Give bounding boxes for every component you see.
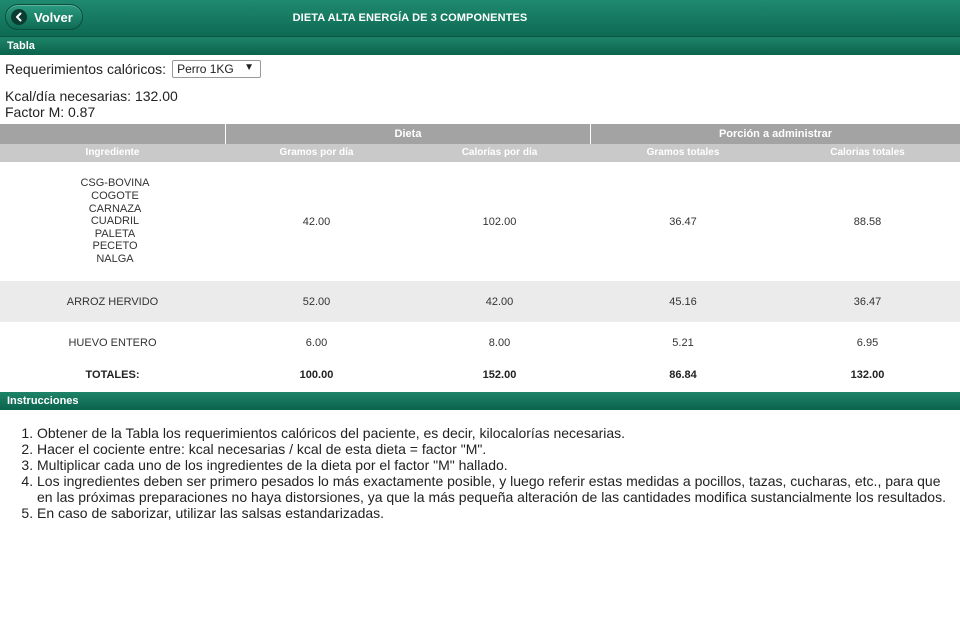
cell-gramos-totales: 36.47 (669, 215, 697, 228)
cell-ingredient: HUEVO ENTERO (68, 337, 157, 349)
ingredient-line: CUADRIL (90, 215, 140, 228)
group-header-empty (0, 124, 225, 144)
cell-calorias-dia: 8.00 (488, 337, 511, 349)
total-gramos-totales: 86.84 (669, 369, 697, 381)
list-item: En caso de saborizar, utilizar las salsa… (37, 505, 957, 521)
group-header-dieta: Dieta (226, 124, 590, 144)
cell-gramos-dia: 52.00 (302, 295, 331, 308)
instructions-list: Obtener de la Tabla los requerimientos c… (16, 425, 957, 521)
ingredient-line: PALETA (94, 227, 136, 240)
ingredient-line: PECETO (92, 240, 138, 253)
totals-label: TOTALES: (85, 369, 140, 381)
cell-gramos-dia: 6.00 (305, 337, 328, 349)
section-header-tabla: Tabla (0, 37, 960, 55)
cell-gramos-totales: 5.21 (672, 337, 694, 349)
dropdown-arrow-icon: ▼ (244, 62, 255, 73)
page-title: DIETA ALTA ENERGÍA DE 3 COMPONENTES (292, 12, 528, 24)
column-header-calorias-totales: Calorias totales (775, 144, 960, 162)
column-header-ingrediente: Ingrediente (0, 144, 225, 162)
top-bar: Volver DIETA ALTA ENERGÍA DE 3 COMPONENT… (0, 0, 960, 37)
total-gramos-dia: 100.00 (299, 369, 334, 381)
total-calorias-totales: 132.00 (850, 369, 885, 381)
column-header-gramos-dia: Gramos por día (225, 144, 408, 162)
cell-calorias-totales: 88.58 (853, 215, 882, 228)
cell-calorias-totales: 6.95 (856, 337, 879, 349)
ingredient-line: NALGA (96, 252, 134, 265)
cell-ingredient: ARROZ HERVIDO (66, 295, 159, 308)
cell-ingredient: CSG-BOVINA COGOTE CARNAZA CUADRIL PALETA… (0, 162, 230, 281)
list-item: Multiplicar cada uno de los ingredientes… (37, 457, 957, 473)
list-item: Los ingredientes deben ser primero pesad… (37, 473, 957, 505)
group-header-porcion: Porción a administrar (591, 124, 960, 144)
cell-gramos-totales: 45.16 (669, 295, 697, 308)
cell-calorias-dia: 42.00 (485, 295, 514, 308)
list-item: Hacer el cociente entre: kcal necesarias… (37, 441, 957, 457)
ingredient-line: CARNAZA (88, 202, 142, 215)
ingredient-line: CSG-BOVINA (80, 177, 150, 190)
cell-calorias-totales: 36.47 (853, 295, 882, 308)
column-header-calorias-dia: Calorías por día (408, 144, 591, 162)
requirements-label: Requerimientos calóricos: (5, 61, 167, 77)
cell-gramos-dia: 42.00 (302, 215, 331, 228)
column-header-gramos-totales: Gramos totales (591, 144, 775, 162)
section-header-instrucciones: Instrucciones (0, 392, 960, 410)
cell-calorias-dia: 102.00 (482, 215, 517, 228)
list-item: Obtener de la Tabla los requerimientos c… (37, 425, 957, 441)
total-calorias-dia: 152.00 (482, 369, 517, 381)
ingredient-line: COGOTE (91, 190, 139, 203)
kcal-needed: Kcal/día necesarias: 132.00 (5, 88, 178, 104)
factor-m: Factor M: 0.87 (5, 104, 96, 120)
requirements-select[interactable]: Perro 1KG ▼ (172, 60, 262, 78)
requirements-select-value: Perro 1KG (177, 62, 234, 76)
requirements-row: Requerimientos calóricos: Perro 1KG ▼ (5, 60, 262, 78)
